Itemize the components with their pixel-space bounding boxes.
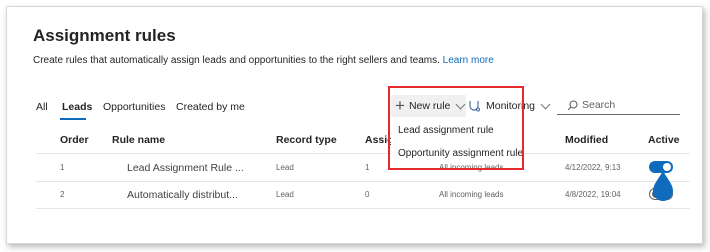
- row-record-type: Lead: [276, 190, 294, 199]
- search-input[interactable]: Search: [557, 96, 680, 115]
- search-placeholder: Search: [582, 99, 616, 111]
- row-segment: All incoming leads: [439, 190, 504, 199]
- pointer-cursor-icon: [653, 171, 673, 201]
- tab-created-by-me[interactable]: Created by me: [176, 101, 245, 113]
- column-header-rule-name[interactable]: Rule name: [112, 134, 165, 146]
- description-text: Create rules that automatically assign l…: [33, 55, 440, 66]
- column-header-modified[interactable]: Modified: [565, 134, 608, 146]
- row-divider: [36, 208, 690, 209]
- row-assign: 1: [365, 163, 370, 172]
- tab-opportunities[interactable]: Opportunities: [103, 101, 165, 113]
- active-tab-indicator: [60, 118, 86, 120]
- header-divider: [36, 153, 690, 154]
- chevron-down-icon: [540, 99, 551, 110]
- column-header-active[interactable]: Active: [648, 134, 680, 146]
- tab-all[interactable]: All: [36, 101, 48, 113]
- row-modified: 4/8/2022, 19:04: [565, 190, 621, 199]
- highlight-box: [388, 86, 524, 170]
- row-rule-name[interactable]: Automatically distribut...: [127, 189, 238, 201]
- row-record-type: Lead: [276, 163, 294, 172]
- column-header-order[interactable]: Order: [60, 134, 89, 146]
- row-order: 2: [60, 190, 65, 199]
- row-modified: 4/12/2022, 9:13: [565, 163, 621, 172]
- row-divider: [36, 181, 690, 182]
- toggle-knob: [663, 163, 671, 171]
- search-icon: [567, 99, 578, 110]
- learn-more-link[interactable]: Learn more: [443, 55, 494, 66]
- row-rule-name[interactable]: Lead Assignment Rule ...: [127, 162, 244, 174]
- page-title: Assignment rules: [33, 26, 176, 45]
- row-order: 1: [60, 163, 65, 172]
- row-assign: 0: [365, 190, 370, 199]
- page-description: Create rules that automatically assign l…: [33, 55, 494, 66]
- column-header-record-type[interactable]: Record type: [276, 134, 337, 146]
- tab-leads[interactable]: Leads: [62, 101, 92, 113]
